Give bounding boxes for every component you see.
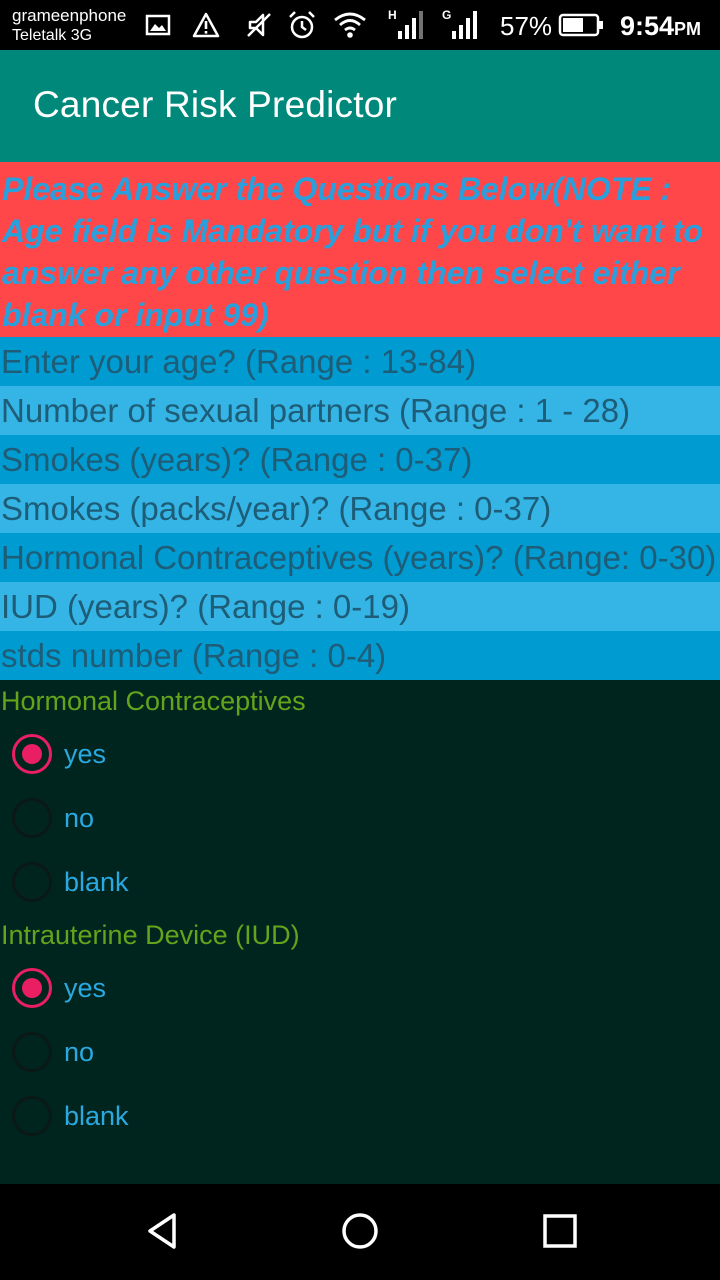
group-label: Intrauterine Device (IUD) xyxy=(1,920,300,950)
radio-label: yes xyxy=(64,972,107,1003)
recents-icon xyxy=(542,1213,578,1254)
back-button[interactable] xyxy=(137,1208,187,1258)
clock-suffix: PM xyxy=(674,19,702,39)
radio-label: blank xyxy=(64,1100,129,1131)
smokes-packs-input[interactable]: Smokes (packs/year)? (Range : 0-37) xyxy=(0,484,720,533)
radio-button[interactable] xyxy=(12,734,52,774)
iud-blank-option[interactable]: blank xyxy=(0,1084,720,1148)
carrier-primary: grameenphone xyxy=(12,6,127,25)
clock: 9:54PM xyxy=(620,10,701,42)
radio-button[interactable] xyxy=(12,1096,52,1136)
sexual-partners-input[interactable]: Number of sexual partners (Range : 1 - 2… xyxy=(0,386,720,435)
signal-1-label: H xyxy=(388,9,397,22)
radio-label: no xyxy=(64,1036,95,1067)
radio-button[interactable] xyxy=(12,968,52,1008)
carrier-info: grameenphone Teletalk 3G xyxy=(12,6,126,46)
battery-percent: 57% xyxy=(500,11,553,41)
hormonal-contraceptives-years-input[interactable]: Hormonal Contraceptives (years)? (Range:… xyxy=(0,533,720,582)
hormonal-contraceptives-yes-option[interactable]: yes xyxy=(0,722,720,786)
hormonal-contraceptives-no-option[interactable]: no xyxy=(0,786,720,850)
status-bar: grameenphone Teletalk 3G H G 57% 9:54PM xyxy=(0,0,720,50)
stds-number-input[interactable]: stds number (Range : 0-4) xyxy=(0,631,720,680)
group-label: Hormonal Contraceptives xyxy=(1,686,306,716)
radio-label: yes xyxy=(64,738,107,769)
hormonal-contraceptives-group: Hormonal Contraceptives yes no blank xyxy=(0,680,720,914)
wifi-icon xyxy=(332,10,368,40)
radio-button[interactable] xyxy=(12,1032,52,1072)
recents-button[interactable] xyxy=(535,1208,585,1258)
radio-button[interactable] xyxy=(12,798,52,838)
iud-years-input[interactable]: IUD (years)? (Range : 0-19) xyxy=(0,582,720,631)
carrier-secondary: Teletalk 3G xyxy=(12,27,93,44)
radio-label: blank xyxy=(64,866,129,897)
hormonal-contraceptives-blank-option[interactable]: blank xyxy=(0,850,720,914)
signal-2-label: G xyxy=(442,9,451,22)
signal-icon: H xyxy=(386,9,426,40)
instructions-note: Please Answer the Questions Below(NOTE :… xyxy=(0,162,720,337)
clock-time: 9:54 xyxy=(620,11,675,41)
navigation-bar xyxy=(0,1184,720,1280)
iud-yes-option[interactable]: yes xyxy=(0,956,720,1020)
radio-button[interactable] xyxy=(12,862,52,902)
iud-no-option[interactable]: no xyxy=(0,1020,720,1084)
radio-label: no xyxy=(64,802,95,833)
alarm-icon xyxy=(286,10,318,40)
muted-icon xyxy=(244,10,274,40)
app-bar: Cancer Risk Predictor xyxy=(0,50,720,162)
back-icon xyxy=(142,1211,182,1256)
age-input[interactable]: Enter your age? (Range : 13-84) xyxy=(0,337,720,386)
home-button[interactable] xyxy=(335,1208,385,1258)
warning-icon xyxy=(192,10,220,40)
smokes-years-input[interactable]: Smokes (years)? (Range : 0-37) xyxy=(0,435,720,484)
iud-group: Intrauterine Device (IUD) yes no blank xyxy=(0,914,720,1148)
battery-icon xyxy=(558,10,604,40)
form-content[interactable]: Please Answer the Questions Below(NOTE :… xyxy=(0,162,720,1184)
app-title: Cancer Risk Predictor xyxy=(33,84,398,125)
image-icon xyxy=(144,10,172,40)
signal-icon: G xyxy=(440,9,480,40)
home-icon xyxy=(340,1211,380,1256)
